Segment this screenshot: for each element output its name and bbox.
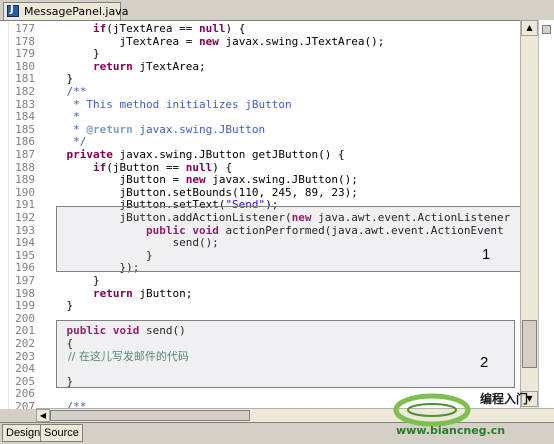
tab-source[interactable]: Source [40,424,83,442]
code-text: } [40,274,100,287]
line-number: 194 [15,236,35,250]
code-line[interactable]: 198 return jButton; [0,287,520,301]
code-line[interactable]: 189 jButton = new javax.swing.JButton(); [0,173,520,187]
watermark-url: www.biancneg.cn [396,424,506,437]
horizontal-scroll-thumb[interactable] [50,410,250,421]
line-number: 189 [15,173,35,187]
watermark-title: 编程入门 [480,392,529,406]
code-text: jButton = new javax.swing.JButton(); [40,173,358,187]
line-number: 187 [15,148,35,161]
line-number: 204 [15,362,35,376]
code-text: } [40,299,74,313]
editor-tab-bar: MessagePanel.java [0,0,554,20]
java-file-icon [7,4,19,17]
code-line[interactable]: 177 if(jTextArea == null) { [0,22,520,36]
highlight-box-1-label: 1 [482,246,491,263]
overview-ruler [538,20,554,408]
tab-design[interactable]: Design [2,424,45,442]
line-number: 207 [15,400,35,409]
line-number: 199 [15,299,35,313]
line-number: 179 [15,47,35,61]
overview-marker[interactable] [542,25,551,34]
tab-messagepanel-java[interactable]: MessagePanel.java [3,2,128,20]
code-line[interactable]: 187 private javax.swing.JButton getJButt… [0,148,520,162]
vertical-scrollbar[interactable]: ▲ ▼ [520,20,538,408]
code-line[interactable]: 180 return jTextArea; [0,60,520,74]
code-editor[interactable]: 177 if(jTextArea == null) {178 jTextArea… [0,20,520,409]
line-number: 182 [15,85,35,98]
code-line[interactable]: 179 } [0,48,520,61]
line-number: 192 [15,211,35,224]
code-line[interactable]: 199 } [0,300,520,313]
line-number: 177 [15,22,35,35]
line-number: 197 [15,274,35,287]
code-text: } [40,47,100,61]
scroll-left-button[interactable]: ◀ [36,409,50,422]
line-number: 202 [15,337,35,350]
highlight-box-2 [56,320,515,388]
scroll-up-button[interactable]: ▲ [521,20,538,36]
site-watermark: 编程入门 www.biancneg.cn [392,388,552,440]
code-line[interactable]: 197 } [0,274,520,288]
highlight-box-2-label: 2 [480,354,489,371]
editor-window: MessagePanel.java 177 if(jTextArea == nu… [0,0,554,444]
highlight-box-1 [56,206,520,272]
vertical-scroll-thumb[interactable] [522,320,537,368]
tab-label: MessagePanel.java [24,5,129,18]
line-number: 184 [15,110,35,124]
